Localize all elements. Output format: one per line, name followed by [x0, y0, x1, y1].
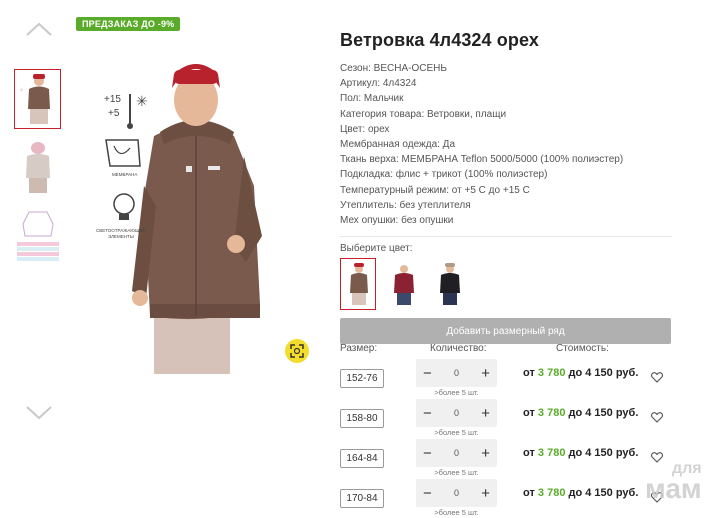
thumbnail-2[interactable] — [14, 136, 61, 196]
stock-note: >более 5 шт. — [434, 428, 479, 437]
thumbnail-3[interactable] — [14, 206, 61, 266]
quantity-stepper: − 0 + — [416, 359, 497, 387]
svg-text:☼: ☼ — [19, 87, 24, 93]
price-range: от 3 780 до 4 150 руб. — [523, 367, 639, 379]
divider — [340, 236, 672, 238]
swatch-photo-burgundy — [394, 265, 414, 306]
size-chip[interactable]: 164-84 — [340, 449, 384, 468]
gallery-down-arrow[interactable] — [24, 398, 54, 428]
size-chip[interactable]: 152-76 — [340, 369, 384, 388]
quantity-stepper: − 0 + — [416, 399, 497, 427]
minus-icon[interactable]: − — [423, 406, 432, 421]
expand-icon — [290, 344, 304, 358]
cost-header: Стоимость: — [556, 343, 609, 354]
stock-note: >более 5 шт. — [434, 468, 479, 477]
color-swatch-black[interactable] — [432, 258, 468, 310]
quantity-value[interactable]: 0 — [454, 448, 459, 458]
plus-icon[interactable]: + — [481, 366, 490, 381]
spec-season: Сезон: ВЕСНА-ОСЕНЬ — [340, 63, 447, 74]
thumbnail-1[interactable]: ☼ — [14, 69, 61, 129]
spec-color: Цвет: орех — [340, 123, 390, 135]
min-price: 3 780 — [537, 487, 566, 499]
swatch-photo-nut — [350, 263, 368, 306]
swatch-photo-black — [440, 263, 460, 306]
chevron-up-icon — [26, 22, 52, 36]
quantity-header: Количество: — [430, 343, 487, 354]
main-product-photo[interactable]: +15 +5 ✳ МЕМБРАНА СВЕТООТРАЖАЮЩИЕ ЭЛЕМЕН… — [84, 36, 314, 374]
thumbnail-photo-boy-jacket: ☼ — [19, 74, 50, 124]
spec-gender: Пол: Мальчик — [340, 93, 404, 105]
spec-lining: Подкладка: флис + трикот (100% полиэстер… — [340, 169, 548, 181]
color-swatch-nut[interactable] — [340, 258, 376, 311]
plus-icon[interactable]: + — [481, 446, 490, 461]
min-price: 3 780 — [537, 367, 566, 379]
temp-top-label: +15 — [104, 94, 121, 105]
spec-temperature: Температурный режим: от +5 С до +15 С — [340, 184, 530, 196]
reflective-label-2: ЭЛЕМЕНТЫ — [108, 234, 134, 239]
zoom-button[interactable] — [285, 339, 309, 363]
spec-article: Артикул: 4л4324 — [340, 78, 417, 90]
product-photo-boy-in-jacket: +15 +5 ✳ МЕМБРАНА СВЕТООТРАЖАЮЩИЕ ЭЛЕМЕН… — [96, 64, 262, 374]
lightbulb-icon — [113, 193, 135, 215]
product-info: Ветровка 4л4324 орех Сезон: ВЕСНА-ОСЕНЬ … — [340, 30, 672, 345]
spec-membrane: Мембранная одежда: Да — [340, 139, 456, 151]
reflective-label-1: СВЕТООТРАЖАЮЩИЕ — [96, 228, 145, 233]
snowflake-icon: ✳ — [136, 94, 148, 110]
membrane-label: МЕМБРАНА — [112, 172, 137, 177]
chevron-down-icon — [26, 406, 52, 420]
price-range: от 3 780 до 4 150 руб. — [523, 407, 639, 419]
min-price: 3 780 — [537, 407, 566, 419]
plus-icon[interactable]: + — [481, 486, 490, 501]
thumbnail-photo-back — [25, 142, 50, 193]
table-row: 158-80 − 0 + >более 5 шт. от 3 780 до 4 … — [340, 399, 672, 439]
stock-note: >более 5 шт. — [434, 388, 479, 397]
preorder-discount-badge: ПРЕДЗАКАЗ ДО -9% — [76, 17, 181, 31]
size-header: Размер: — [340, 343, 378, 354]
heart-icon[interactable] — [650, 410, 664, 428]
size-chip[interactable]: 158-80 — [340, 409, 384, 428]
temp-bottom-label: +5 — [108, 108, 120, 119]
price-range: от 3 780 до 4 150 руб. — [523, 447, 639, 459]
spec-category: Категория товара: Ветровки, плащи — [340, 108, 507, 120]
product-title: Ветровка 4л4324 орех — [340, 30, 539, 50]
quantity-value[interactable]: 0 — [454, 368, 459, 378]
color-swatch-burgundy[interactable] — [386, 258, 422, 310]
quantity-stepper: − 0 + — [416, 479, 497, 507]
plus-icon[interactable]: + — [481, 406, 490, 421]
quantity-stepper: − 0 + — [416, 439, 497, 467]
size-chip[interactable]: 170-84 — [340, 489, 384, 508]
quantity-value[interactable]: 0 — [454, 488, 459, 498]
add-size-row-button[interactable]: Добавить размерный ряд — [340, 318, 671, 345]
minus-icon[interactable]: − — [423, 366, 432, 381]
quantity-value[interactable]: 0 — [454, 408, 459, 418]
spec-insulation: Утеплитель: без утеплителя — [340, 199, 471, 211]
spec-fur-trim: Мех опушки: без опушки — [340, 215, 454, 227]
table-row: 152-76 − 0 + >более 5 шт. от 3 780 до 4 … — [340, 359, 672, 399]
spec-outer-fabric: Ткань верха: МЕМБРАНА Teflon 5000/5000 (… — [340, 154, 624, 166]
minus-icon[interactable]: − — [423, 446, 432, 461]
table-row: 170-84 − 0 + >более 5 шт. от 3 780 до 4 … — [340, 479, 672, 518]
min-price: 3 780 — [537, 447, 566, 459]
stock-note: >более 5 шт. — [434, 508, 479, 517]
color-picker-label: Выберите цвет: — [340, 243, 413, 255]
color-swatches — [340, 258, 672, 311]
site-watermark-logo: для мам — [645, 460, 702, 505]
table-row: 164-84 − 0 + >более 5 шт. от 3 780 до 4 … — [340, 439, 672, 479]
minus-icon[interactable]: − — [423, 486, 432, 501]
spec-list: Сезон: ВЕСНА-ОСЕНЬ Артикул: 4л4324 Пол: … — [340, 61, 672, 228]
price-range: от 3 780 до 4 150 руб. — [523, 487, 639, 499]
thumbnail-size-chart — [16, 211, 59, 261]
gallery-up-arrow[interactable] — [24, 14, 54, 44]
heart-icon[interactable] — [650, 370, 664, 388]
